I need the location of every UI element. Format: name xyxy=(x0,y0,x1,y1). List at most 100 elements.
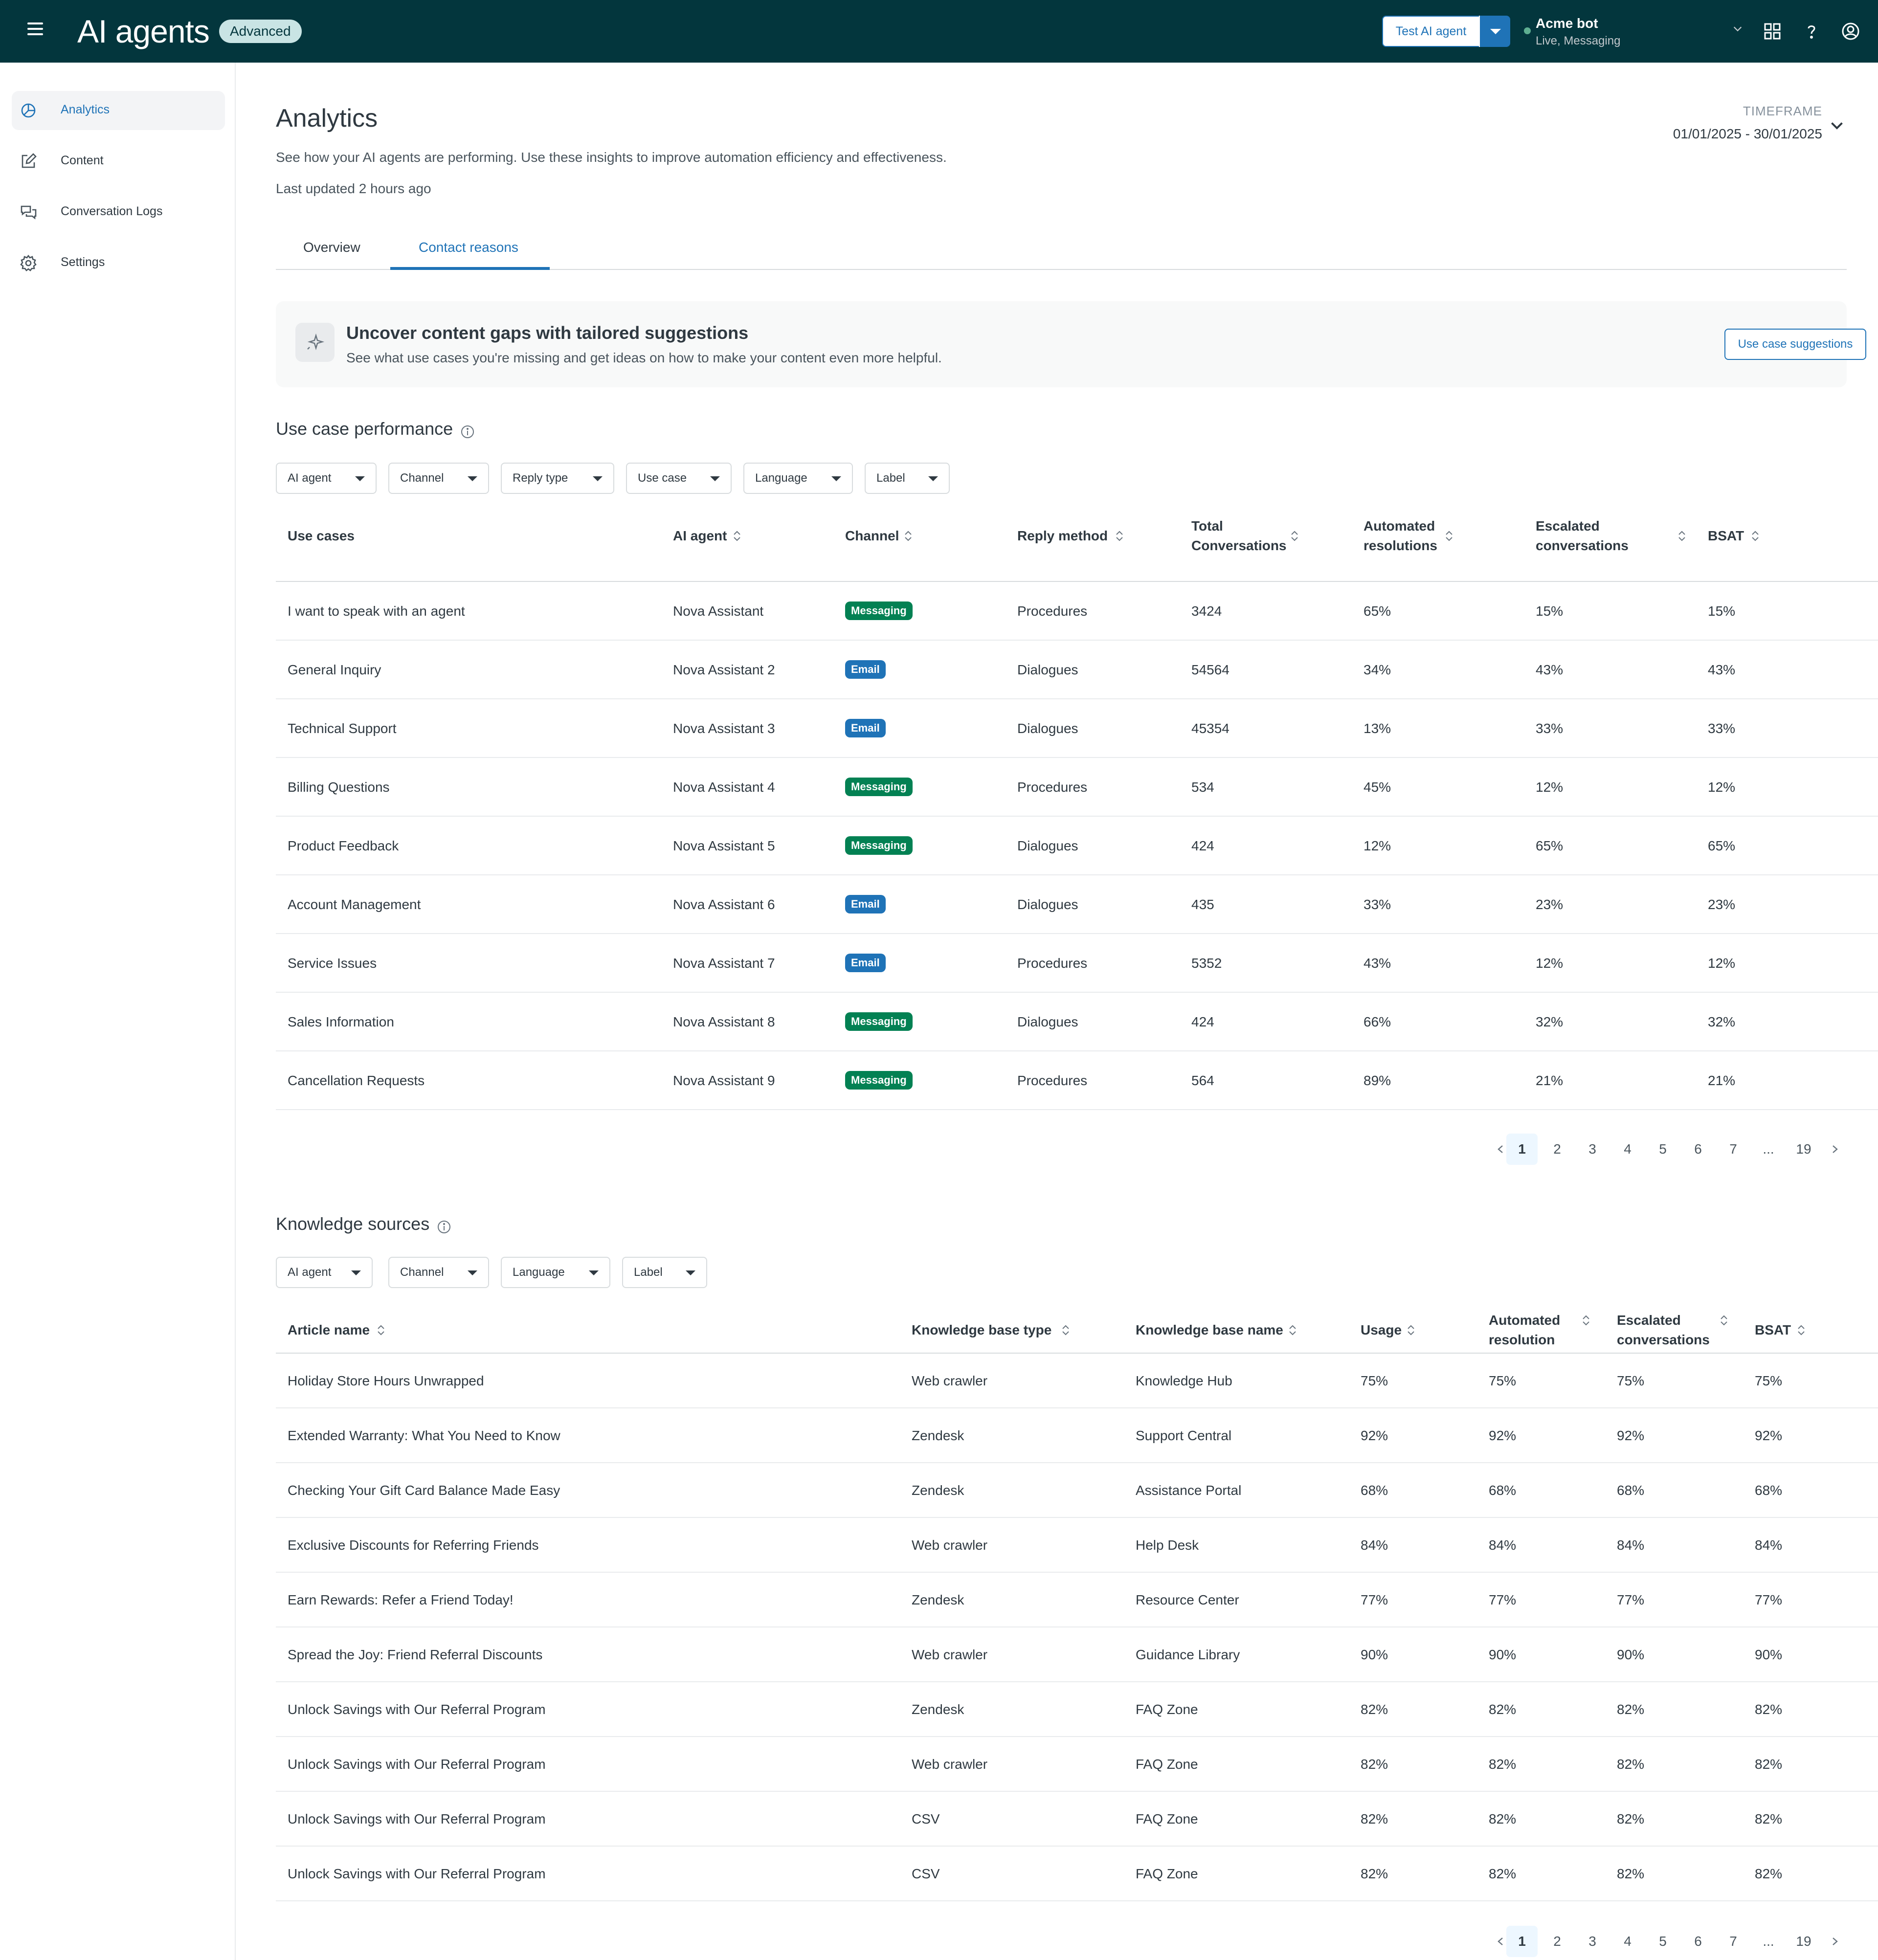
table-row[interactable]: Spread the Joy: Friend Referral Discount… xyxy=(276,1627,1878,1682)
filter-dropdown-channel[interactable]: Channel xyxy=(388,463,489,494)
pagination-page[interactable]: 7 xyxy=(1718,1134,1749,1165)
tab-contact-reasons[interactable]: Contact reasons xyxy=(419,240,518,255)
pagination-page[interactable]: 5 xyxy=(1647,1134,1678,1165)
table-row[interactable]: Service Issues Nova Assistant 7 Email Proce… xyxy=(276,934,1878,993)
sort-icon[interactable] xyxy=(1115,529,1124,543)
pagination-page[interactable]: 2 xyxy=(1542,1134,1573,1165)
column-header[interactable]: BSAT xyxy=(1708,526,1744,546)
help-icon[interactable] xyxy=(1802,22,1821,41)
info-icon[interactable] xyxy=(437,1220,451,1234)
table-row[interactable]: Extended Warranty: What You Need to Know… xyxy=(276,1408,1878,1463)
sort-icon[interactable] xyxy=(904,529,913,543)
pagination-page[interactable]: 1 xyxy=(1506,1926,1538,1957)
table-row[interactable]: Earn Rewards: Refer a Friend Today! Zende… xyxy=(276,1573,1878,1627)
pagination-page[interactable]: 6 xyxy=(1682,1134,1714,1165)
use-case-performance-heading: Use case performance xyxy=(276,419,475,440)
sort-icon[interactable] xyxy=(1677,529,1686,543)
sort-icon[interactable] xyxy=(1061,1323,1070,1337)
table-row[interactable]: Unlock Savings with Our Referral Program… xyxy=(276,1792,1878,1847)
user-avatar-icon[interactable] xyxy=(1841,22,1860,41)
column-header[interactable]: Article name xyxy=(288,1320,370,1340)
table-row[interactable]: General Inquiry Nova Assistant 2 Email Dial… xyxy=(276,641,1878,699)
table-row[interactable]: Unlock Savings with Our Referral Program… xyxy=(276,1847,1878,1901)
sort-icon[interactable] xyxy=(1288,1323,1297,1337)
pagination-page[interactable]: 3 xyxy=(1577,1134,1608,1165)
table-row[interactable]: Technical Support Nova Assistant 3 Email Di… xyxy=(276,699,1878,758)
chevron-down-icon[interactable] xyxy=(1732,23,1743,34)
pagination-page[interactable]: 5 xyxy=(1647,1926,1678,1957)
column-header[interactable]: Knowledge base type xyxy=(912,1320,1051,1340)
sidebar-item-content[interactable]: Content xyxy=(12,142,225,181)
tab-overview[interactable]: Overview xyxy=(303,240,360,255)
sort-icon[interactable] xyxy=(1797,1323,1806,1337)
sort-icon[interactable] xyxy=(1407,1323,1415,1337)
test-ai-agent-button[interactable]: Test AI agent xyxy=(1382,16,1480,47)
column-header[interactable]: Automated resolution xyxy=(1489,1311,1596,1350)
sort-icon[interactable] xyxy=(1720,1314,1728,1327)
sidebar-item-analytics[interactable]: Analytics xyxy=(12,91,225,130)
column-header[interactable]: Automated resolutions xyxy=(1364,516,1476,556)
filter-dropdown-channel[interactable]: Channel xyxy=(388,1257,489,1288)
pagination-page[interactable]: 2 xyxy=(1542,1926,1573,1957)
table-row[interactable]: Product Feedback Nova Assistant 5 Messagin… xyxy=(276,817,1878,875)
filter-dropdown-reply-type[interactable]: Reply type xyxy=(501,463,614,494)
filter-dropdown-label[interactable]: Label xyxy=(865,463,950,494)
column-header[interactable]: Reply method xyxy=(1017,526,1108,546)
timeframe-value[interactable]: 01/01/2025 - 30/01/2025 xyxy=(1673,126,1822,142)
pagination-page[interactable]: 19 xyxy=(1788,1926,1819,1957)
column-header[interactable]: BSAT xyxy=(1755,1320,1791,1340)
table-row[interactable]: Unlock Savings with Our Referral Program… xyxy=(276,1737,1878,1792)
filter-dropdown-ai-agent[interactable]: AI agent xyxy=(276,1257,373,1288)
sort-icon[interactable] xyxy=(1290,529,1299,543)
pagination-page[interactable]: 1 xyxy=(1506,1134,1538,1165)
filter-dropdown-label[interactable]: Label xyxy=(622,1257,707,1288)
column-header[interactable]: Usage xyxy=(1361,1320,1402,1340)
table-row[interactable]: Holiday Store Hours Unwrapped Web crawler… xyxy=(276,1354,1878,1408)
pagination-page[interactable]: 4 xyxy=(1612,1134,1643,1165)
filter-dropdown-use-case[interactable]: Use case xyxy=(626,463,732,494)
table-row[interactable]: Exclusive Discounts for Referring Friend… xyxy=(276,1518,1878,1573)
test-options-dropdown-button[interactable] xyxy=(1479,16,1510,47)
pagination-next-button[interactable] xyxy=(1819,1134,1851,1165)
info-icon[interactable] xyxy=(460,424,475,439)
pagination-page[interactable]: 7 xyxy=(1718,1926,1749,1957)
pagination-next-button[interactable] xyxy=(1819,1926,1851,1957)
pagination-page[interactable]: 6 xyxy=(1682,1926,1714,1957)
filter-dropdown-language[interactable]: Language xyxy=(743,463,853,494)
filter-dropdown-ai-agent[interactable]: AI agent xyxy=(276,463,377,494)
column-header[interactable]: Channel xyxy=(845,526,899,546)
table-row[interactable]: Sales Information Nova Assistant 8 Messagi… xyxy=(276,993,1878,1051)
sort-icon[interactable] xyxy=(377,1323,385,1337)
menu-icon[interactable] xyxy=(27,22,43,35)
table-cell: 82% xyxy=(1617,1811,1645,1826)
pagination-page[interactable]: 4 xyxy=(1612,1926,1643,1957)
sidebar-item-settings[interactable]: Settings xyxy=(12,244,225,283)
table-cell: 82% xyxy=(1361,1866,1388,1881)
sort-icon[interactable] xyxy=(1582,1314,1590,1327)
table-row[interactable]: I want to speak with an agent Nova Assist… xyxy=(276,582,1878,641)
table-cell: Support Central xyxy=(1136,1428,1232,1443)
column-header[interactable]: AI agent xyxy=(673,526,727,546)
filter-dropdown-language[interactable]: Language xyxy=(501,1257,610,1288)
table-cell: Procedures xyxy=(1017,956,1088,971)
table-row[interactable]: Unlock Savings with Our Referral Program… xyxy=(276,1682,1878,1737)
column-header[interactable]: Escalated conversations xyxy=(1617,1311,1724,1350)
table-row[interactable]: Account Management Nova Assistant 6 Email D… xyxy=(276,875,1878,934)
chevron-down-icon[interactable] xyxy=(1828,116,1846,134)
column-header[interactable]: Escalated conversations xyxy=(1536,516,1648,556)
sort-icon[interactable] xyxy=(1445,529,1453,543)
use-case-suggestions-button[interactable]: Use case suggestions xyxy=(1724,329,1866,360)
column-header[interactable]: Knowledge base name xyxy=(1136,1320,1283,1340)
pagination-page[interactable]: 3 xyxy=(1577,1926,1608,1957)
table-cell: 12% xyxy=(1708,780,1736,795)
sort-icon[interactable] xyxy=(733,529,741,543)
table-row[interactable]: Billing Questions Nova Assistant 4 Messagi… xyxy=(276,758,1878,817)
grid-icon[interactable] xyxy=(1763,22,1782,41)
bot-name[interactable]: Acme bot xyxy=(1536,16,1598,31)
pagination-page[interactable]: 19 xyxy=(1788,1134,1819,1165)
sidebar-item-conversation-logs[interactable]: Conversation Logs xyxy=(12,193,225,232)
table-row[interactable]: Cancellation Requests Nova Assistant 9 Mes… xyxy=(276,1051,1878,1110)
column-header[interactable]: Total Conversations xyxy=(1191,516,1304,556)
table-row[interactable]: Checking Your Gift Card Balance Made Eas… xyxy=(276,1463,1878,1518)
sort-icon[interactable] xyxy=(1751,529,1760,543)
